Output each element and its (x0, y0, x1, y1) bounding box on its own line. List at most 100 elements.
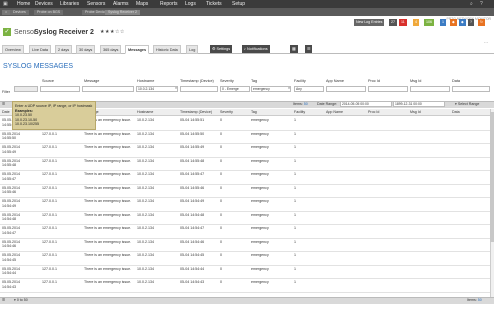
cell-ts: 05-04 14:55:51 (180, 118, 205, 122)
col-app-name[interactable]: App Name (326, 110, 343, 114)
unusual-sensors-badge[interactable]: ◆ (450, 19, 457, 26)
data-filter-input[interactable] (452, 86, 490, 92)
message-filter-input[interactable] (82, 86, 134, 92)
clear-hostname-icon[interactable]: × (175, 86, 177, 90)
pagination-range[interactable]: ▾ 0 to 50 (14, 298, 28, 302)
col-facility[interactable]: Facility (294, 110, 305, 114)
col-hostname[interactable]: Hostname (137, 110, 153, 114)
cell-hostname: 10.0.2.134 (137, 145, 154, 149)
col-timestamp[interactable]: Timestamp (Device) (180, 110, 212, 114)
tab-messages[interactable]: Messages (125, 45, 150, 54)
hostname-filter-input[interactable]: 10.0.2.134 (136, 86, 178, 92)
tag-filter-input[interactable]: emergency (251, 86, 291, 92)
cell-ts: 05-04 14:55:48 (180, 158, 205, 163)
partial-sensors-badge[interactable]: ◆ (459, 19, 466, 26)
timestamp-filter-input[interactable] (180, 86, 218, 92)
tab-2-days[interactable]: 2 days (55, 45, 73, 54)
cell-hostname: 10.0.2.134 (137, 226, 154, 230)
cell-ts: 05-04 14:54:48 (180, 212, 205, 217)
nav-setup[interactable]: Setup (232, 1, 245, 7)
nav-home[interactable]: Home (17, 1, 30, 7)
prtg-logo-icon[interactable]: ▣ (3, 1, 8, 7)
nav-maps[interactable]: Maps (136, 1, 148, 7)
list-view-button[interactable]: ☰ (305, 45, 313, 53)
help-icon[interactable]: ? (480, 1, 483, 7)
cell-tag: emergency (251, 239, 269, 244)
table-menu-icon[interactable]: ☰ (2, 102, 5, 106)
cell-sev: 0 (220, 212, 222, 217)
footer-items-value[interactable]: 50 (478, 298, 482, 302)
nav-tickets[interactable]: Tickets (206, 1, 222, 7)
date-from-input[interactable]: 2014-05-05 00:00 (340, 101, 392, 107)
cell-date-day: 05.05.2014 (2, 145, 20, 149)
tab-30-days[interactable]: 30 days (76, 45, 96, 54)
col-tag[interactable]: Tag (251, 110, 257, 114)
down-sensors-badge[interactable]: 11 (399, 19, 407, 26)
breadcrumb-item[interactable]: Syslog Receiver 2 (105, 10, 140, 15)
nav-libraries[interactable]: Libraries (60, 1, 79, 7)
facility-filter-select[interactable]: Any (294, 86, 324, 92)
filter-header-proc-id: Proc Id (368, 79, 381, 83)
cell-date-time: 14:55:46 (2, 190, 16, 194)
home-crumb-icon[interactable]: ⌂ (2, 10, 11, 15)
priority-stars[interactable]: ★★★☆☆ (100, 29, 125, 35)
nav-reports[interactable]: Reports (160, 1, 178, 7)
footer-menu-icon[interactable]: ☰ (2, 298, 5, 302)
col-proc-id[interactable]: Proc Id (368, 110, 379, 114)
section-heading: SYSLOG MESSAGES (3, 63, 74, 70)
col-msg-id[interactable]: Msg Id (410, 110, 421, 114)
date-to-input[interactable]: 1899-12-31 00:00 (393, 101, 445, 107)
cell-sev: 0 (220, 199, 222, 203)
col-data[interactable]: Data (452, 110, 460, 114)
clear-tag-icon[interactable]: × (288, 86, 290, 90)
app-name-filter-input[interactable] (326, 86, 366, 92)
cell-ts: 05-04 14:55:49 (180, 145, 205, 149)
cell-fac: 1 (294, 172, 296, 176)
items-per-page-value[interactable]: 50 (304, 102, 308, 106)
filter-date-input[interactable] (14, 86, 38, 92)
cell-sev: 0 (220, 253, 222, 257)
unknown-sensors-badge[interactable]: ? (468, 19, 474, 26)
grid-view-button[interactable]: ▦ (290, 45, 298, 53)
nav-sensors[interactable]: Sensors (87, 1, 105, 7)
cell-fac: 1 (294, 266, 296, 271)
breadcrumb-item[interactable]: Probe on BGS (34, 10, 64, 15)
tab-overview[interactable]: Overview (2, 45, 24, 54)
tab-historic-data[interactable]: Historic Data (153, 45, 181, 54)
cell-date-day: 05.05.2014 (2, 172, 20, 176)
row-divider (0, 197, 494, 198)
source-filter-tooltip: Enter a UDP source IP, IP range, or IP h… (12, 101, 96, 130)
cell-fac: 1 (294, 158, 296, 163)
source-filter-input[interactable] (40, 86, 80, 92)
notifications-button[interactable]: ♪ Notifications (242, 45, 270, 53)
settings-button[interactable]: ⚙ Settings (210, 45, 233, 53)
col-date[interactable]: Date (2, 110, 10, 114)
cell-date: 05.05.2014 14:55:47 (2, 172, 20, 181)
up-sensors-badge[interactable]: 106 (424, 19, 434, 26)
select-range-dropdown[interactable]: ▾ Select Range (455, 102, 479, 106)
msg-id-filter-input[interactable] (410, 86, 450, 92)
nav-alarms[interactable]: Alarms (113, 1, 129, 7)
cell-hostname: 10.0.2.134 (137, 253, 154, 257)
col-severity[interactable]: Severity (220, 110, 233, 114)
warning-sensors-badge[interactable]: 4 (413, 19, 419, 26)
paused-sensors-badge[interactable]: 1 (440, 19, 446, 26)
cell-fac: 1 (294, 239, 296, 244)
scrollbar-thumb[interactable] (490, 112, 494, 242)
new-log-entries-button[interactable]: New Log Entries (354, 19, 385, 26)
nav-logs[interactable]: Logs (185, 1, 196, 7)
cell-message: There is an emergency issue. (84, 172, 132, 176)
breadcrumb-item[interactable]: Devices (10, 10, 29, 15)
nav-devices[interactable]: Devices (35, 1, 53, 7)
severity-filter-select[interactable]: 0 - Emerge (220, 86, 250, 92)
tab-log[interactable]: Log (186, 45, 199, 54)
cell-date: 05.05.2014 14:55:46 (2, 186, 20, 195)
new-log-count[interactable]: 27 (389, 19, 397, 26)
proc-id-filter-input[interactable] (368, 86, 408, 92)
search-icon[interactable]: ⌕ (470, 1, 473, 7)
refresh-icon[interactable]: ↻ (478, 19, 486, 26)
tab-live-data[interactable]: Live Data (29, 45, 52, 54)
cell-ts: 05-04 14:54:43 (180, 280, 205, 284)
tab-365-days[interactable]: 365 days (100, 45, 122, 54)
cell-date: 05.05.2014 14:54:46 (2, 240, 20, 249)
